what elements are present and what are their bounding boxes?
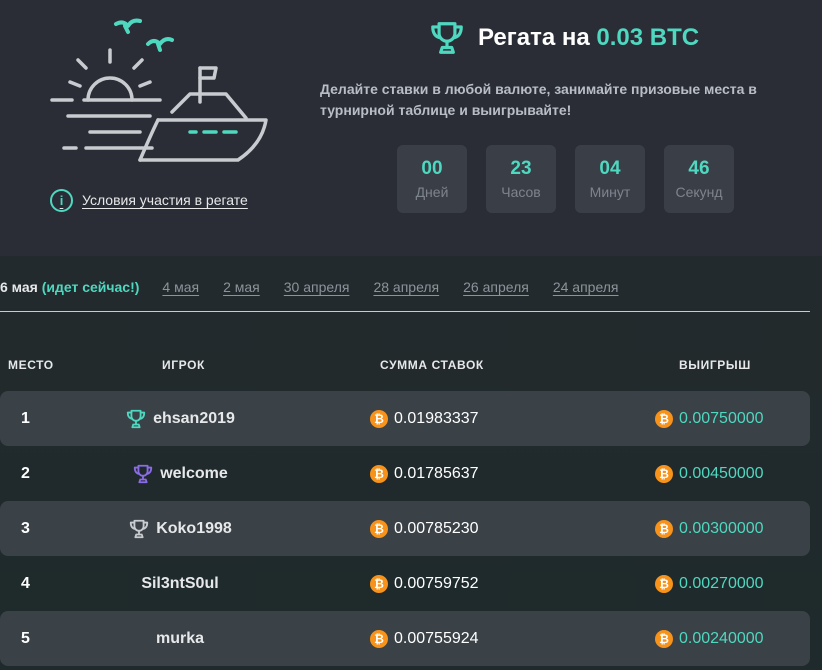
current-date-label: 6 мая	[0, 279, 38, 295]
table-row: 3 Koko1998 ₿ 0.00785230 ₿ 0.00300000	[0, 501, 810, 556]
bet-sum-value: 0.01983337	[394, 409, 479, 427]
sunset-yacht-illustration	[50, 18, 268, 162]
countdown-value: 23	[510, 158, 532, 179]
bitcoin-icon: ₿	[370, 629, 388, 648]
row-player: Sil3ntS0ul	[60, 556, 300, 611]
countdown-label: Часов	[501, 184, 541, 200]
subtitle: Делайте ставки в любой валюте, занимайте…	[320, 81, 757, 118]
countdown-value: 00	[421, 158, 443, 179]
bitcoin-icon: ₿	[655, 629, 673, 648]
bet-sum-value: 0.00759752	[394, 574, 479, 592]
countdown-minutes: 04 Минут	[575, 145, 645, 213]
countdown-label: Секунд	[675, 184, 723, 200]
countdown-label: Минут	[589, 184, 631, 200]
player-name: Koko1998	[156, 519, 232, 537]
row-winnings: ₿ 0.00450000	[655, 446, 764, 501]
regatta-rules-link[interactable]: i Условия участия в регате	[50, 188, 248, 212]
leaderboard-header: МЕСТО ИГРОК СУММА СТАВОК ВЫИГРЫШ	[0, 356, 810, 376]
bitcoin-icon: ₿	[655, 464, 673, 483]
player-name: welcome	[160, 464, 228, 482]
countdown-hours: 23 Часов	[486, 145, 556, 213]
bitcoin-icon: ₿	[655, 519, 673, 538]
row-place: 4	[21, 575, 30, 592]
countdown-days: 00 Дней	[397, 145, 467, 213]
regatta-header: i Условия участия в регате Регата на 0.0…	[0, 0, 822, 256]
bet-sum-value: 0.00785230	[394, 519, 479, 537]
live-status: (идет сейчас!)	[41, 279, 140, 295]
player-name: ehsan2019	[153, 409, 235, 427]
row-place: 2	[21, 465, 30, 482]
column-winnings: ВЫИГРЫШ	[679, 358, 751, 372]
page-title: Регата на 0.03 BTC	[428, 18, 699, 58]
bitcoin-icon: ₿	[370, 409, 388, 428]
countdown-value: 04	[599, 158, 621, 179]
info-icon: i	[50, 188, 73, 212]
row-player: murka	[60, 611, 300, 666]
bitcoin-icon: ₿	[370, 519, 388, 538]
tab-date[interactable]: 26 апреля	[463, 279, 529, 295]
row-bet-sum: ₿ 0.00755924	[370, 611, 479, 666]
countdown-label: Дней	[415, 184, 449, 200]
table-row: 2 welcome ₿ 0.01785637 ₿ 0.00450000	[0, 446, 810, 501]
bitcoin-icon: ₿	[655, 409, 673, 428]
countdown-seconds: 46 Секунд	[664, 145, 734, 213]
winnings-value: 0.00450000	[679, 464, 764, 482]
tab-date[interactable]: 30 апреля	[284, 279, 350, 295]
row-winnings: ₿ 0.00300000	[655, 501, 764, 556]
column-player: ИГРОК	[162, 358, 205, 372]
gold-trophy-icon	[125, 408, 147, 430]
row-bet-sum: ₿ 0.00759752	[370, 556, 479, 611]
bet-sum-value: 0.01785637	[394, 464, 479, 482]
table-row: 1 ehsan2019 ₿ 0.01983337 ₿ 0.00750000	[0, 391, 810, 446]
row-place: 5	[21, 630, 30, 647]
table-row: 4 Sil3ntS0ul ₿ 0.00759752 ₿ 0.00270000	[0, 556, 810, 611]
silver-trophy-icon	[132, 463, 154, 485]
tab-date[interactable]: 24 апреля	[553, 279, 619, 295]
row-player: welcome	[60, 446, 300, 501]
title-prefix: Регата на	[478, 24, 597, 51]
row-place: 1	[21, 410, 30, 427]
leaderboard-table: 1 ehsan2019 ₿ 0.01983337 ₿ 0.00750000 2 welcome…	[0, 391, 810, 666]
trophy-icon	[431, 22, 463, 54]
bet-sum-value: 0.00755924	[394, 629, 479, 647]
table-row: 5 murka ₿ 0.00755924 ₿ 0.00240000	[0, 611, 810, 666]
winnings-value: 0.00240000	[679, 629, 764, 647]
regatta-date-tabs: 6 мая (идет сейчас!) 4 мая 2 мая 30 апре…	[0, 276, 810, 298]
countdown-value: 46	[688, 158, 710, 179]
rules-link-label[interactable]: Условия участия в регате	[82, 192, 248, 208]
winnings-value: 0.00270000	[679, 574, 764, 592]
row-bet-sum: ₿ 0.01983337	[370, 391, 479, 446]
countdown-timer: 00 Дней 23 Часов 04 Минут 46 Секунд	[397, 145, 734, 213]
winnings-value: 0.00750000	[679, 409, 764, 427]
player-name: murka	[155, 629, 205, 647]
tab-date[interactable]: 2 мая	[223, 279, 260, 295]
title-prize: 0.03 BTC	[596, 24, 700, 51]
row-player: Koko1998	[60, 501, 300, 556]
column-place: МЕСТО	[8, 358, 54, 372]
row-winnings: ₿ 0.00240000	[655, 611, 764, 666]
tab-current-date[interactable]: 6 мая (идет сейчас!)	[0, 279, 139, 295]
column-bet-sum: СУММА СТАВОК	[380, 358, 484, 372]
bitcoin-icon: ₿	[370, 574, 388, 593]
bitcoin-icon: ₿	[655, 574, 673, 593]
winnings-value: 0.00300000	[679, 519, 764, 537]
bronze-trophy-icon	[128, 518, 150, 540]
row-bet-sum: ₿ 0.01785637	[370, 446, 479, 501]
player-name: Sil3ntS0ul	[141, 574, 219, 592]
bitcoin-icon: ₿	[370, 464, 388, 483]
row-winnings: ₿ 0.00270000	[655, 556, 764, 611]
row-bet-sum: ₿ 0.00785230	[370, 501, 479, 556]
row-player: ehsan2019	[60, 391, 300, 446]
tab-date[interactable]: 28 апреля	[373, 279, 439, 295]
divider	[0, 311, 810, 312]
row-winnings: ₿ 0.00750000	[655, 391, 764, 446]
tab-date[interactable]: 4 мая	[162, 279, 199, 295]
row-place: 3	[21, 520, 30, 537]
title-text: Регата на 0.03 BTC	[478, 24, 699, 52]
